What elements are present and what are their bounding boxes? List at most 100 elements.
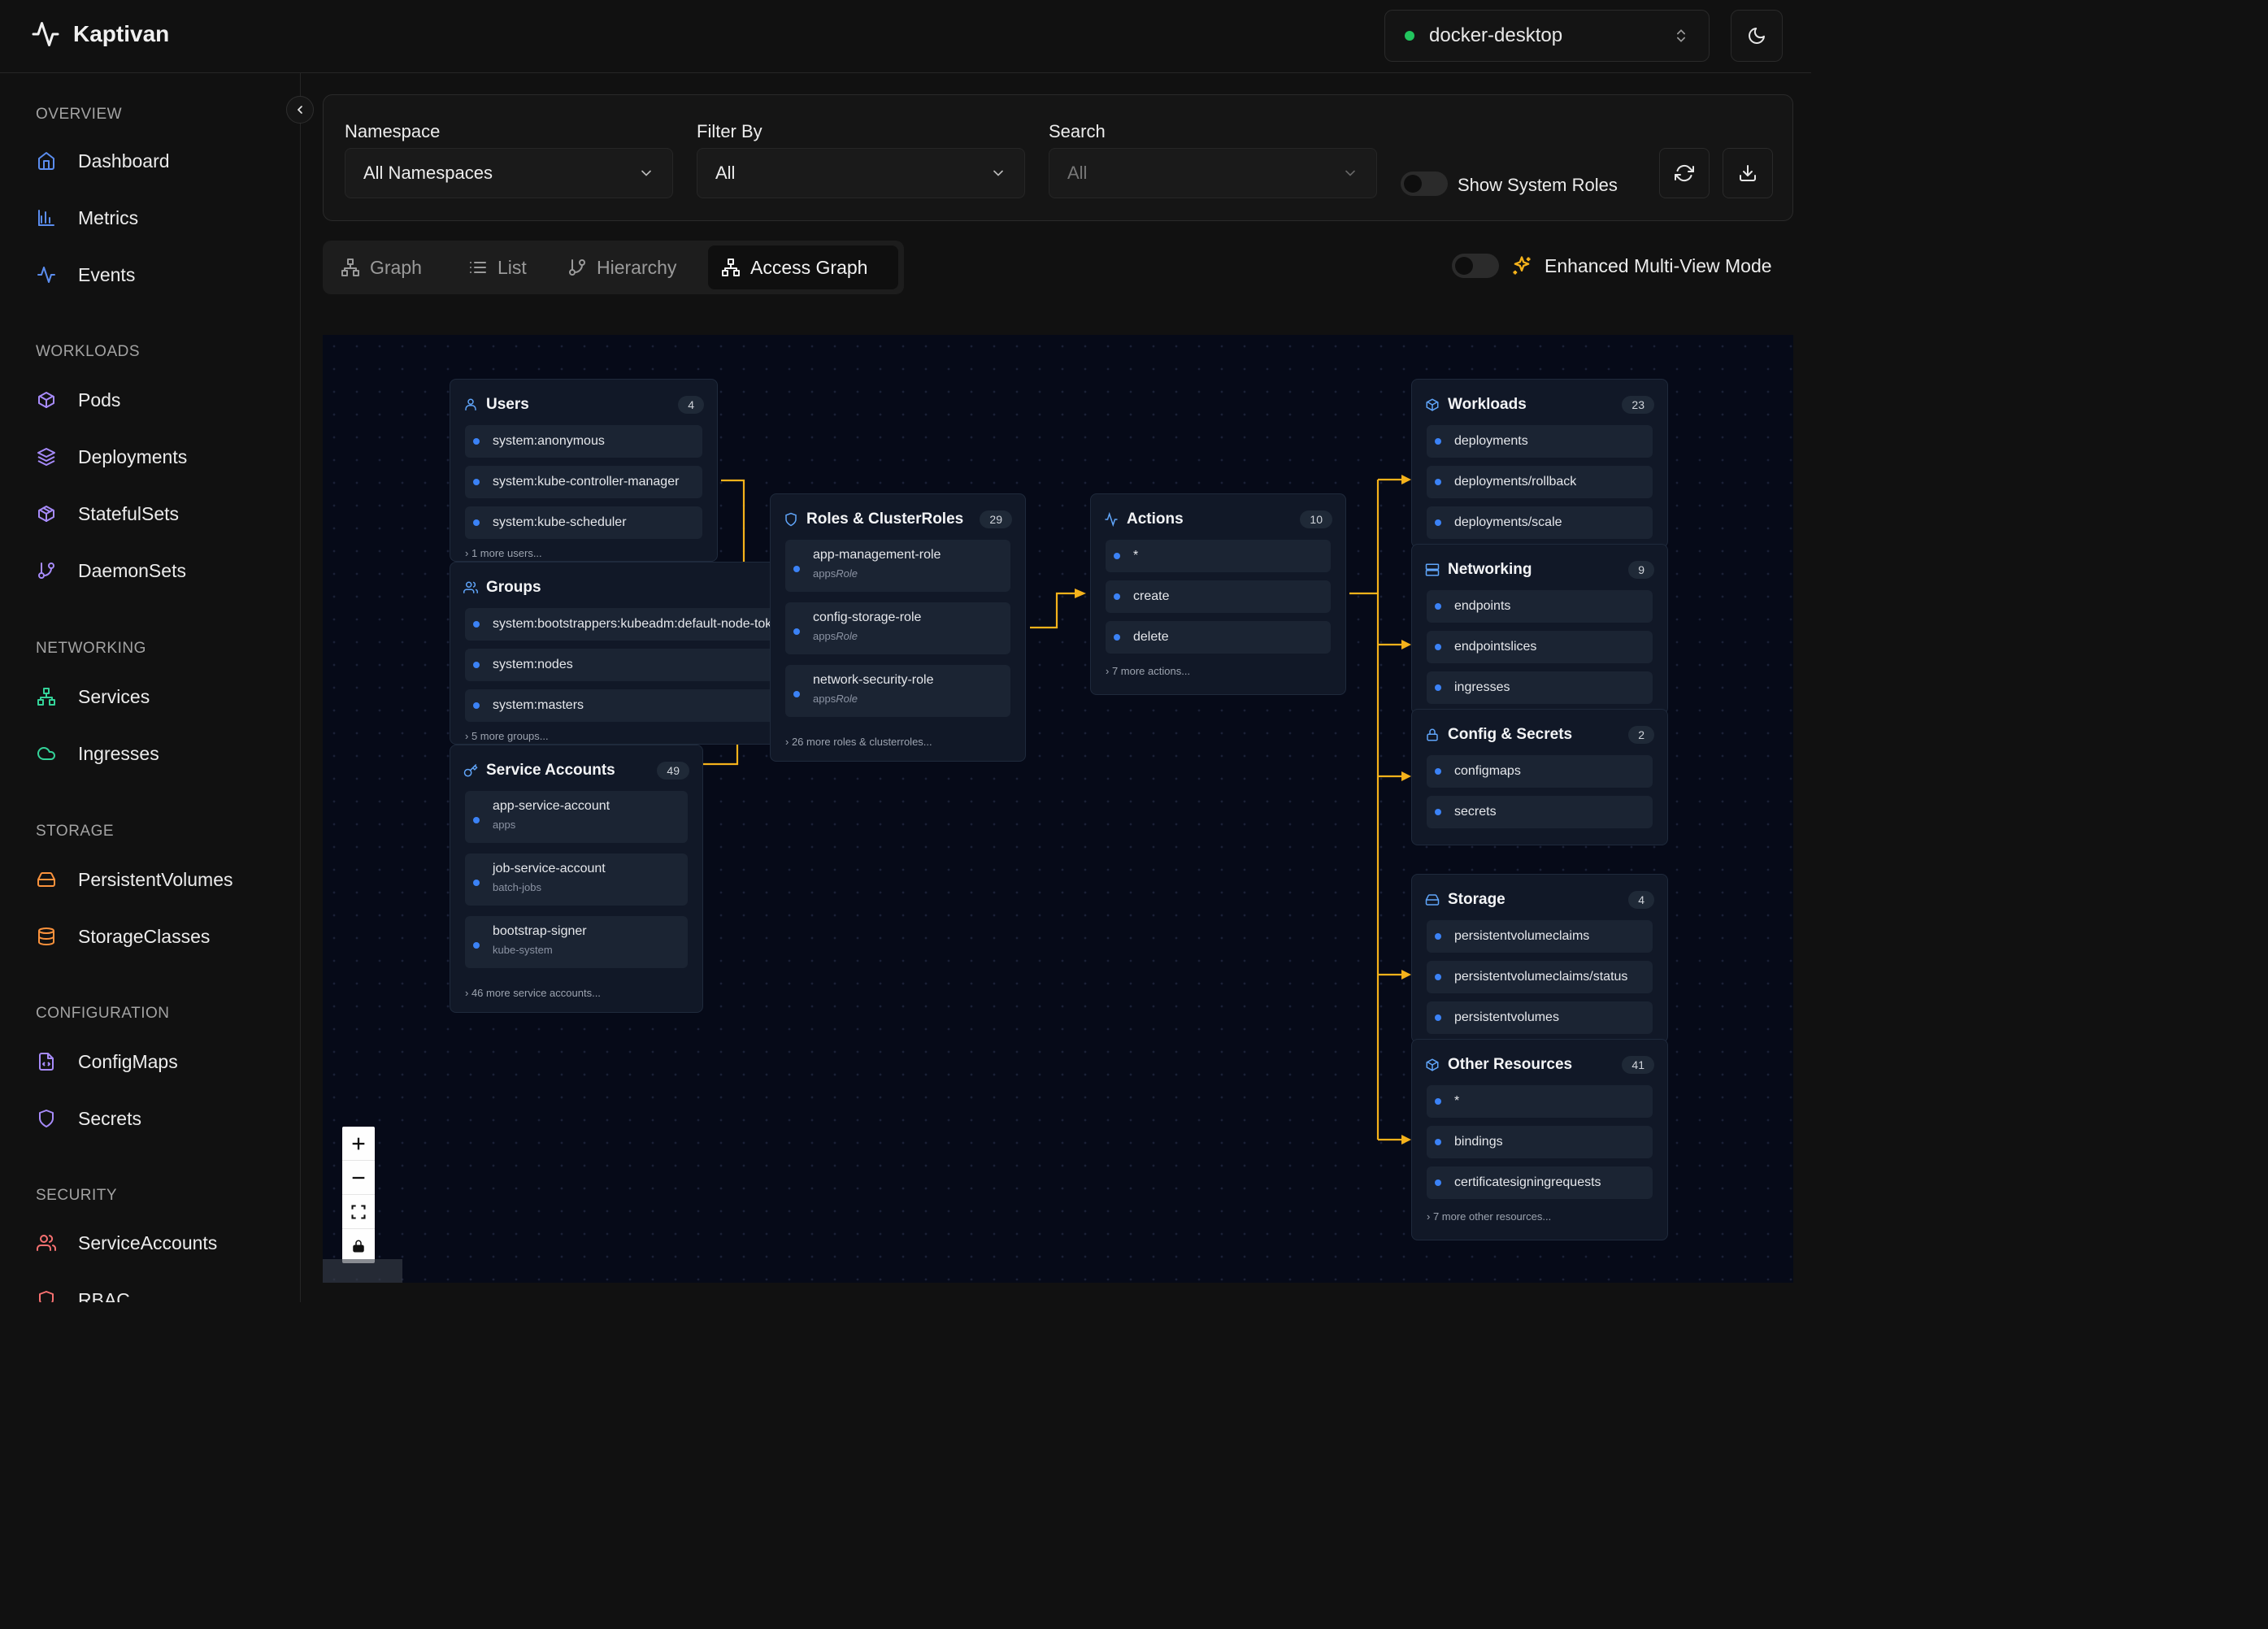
- sparkles-icon: [1513, 256, 1531, 275]
- shield-icon: [785, 512, 797, 527]
- zoom-out-button[interactable]: [342, 1161, 375, 1195]
- chevrons-up-down-icon: [1677, 29, 1685, 42]
- list-item[interactable]: endpoints: [1427, 590, 1653, 623]
- tab-graph[interactable]: Graph: [328, 245, 435, 289]
- sidebar-item-rbac[interactable]: RBAC: [36, 1284, 130, 1302]
- actions-node[interactable]: Actions 10 * create delete › 7 more acti…: [1090, 493, 1346, 695]
- list-item[interactable]: persistentvolumeclaims/status: [1427, 961, 1653, 993]
- tab-list[interactable]: List: [455, 245, 540, 289]
- list-item[interactable]: *: [1106, 540, 1331, 572]
- count-badge: 29: [980, 510, 1012, 528]
- users-icon: [36, 1232, 57, 1253]
- arrowhead: [1075, 589, 1086, 598]
- list-item[interactable]: persistentvolumes: [1427, 1001, 1653, 1034]
- app-logo[interactable]: Kaptivan: [31, 20, 169, 49]
- chevron-down-icon: [1345, 170, 1355, 176]
- chevron-left-icon: [297, 106, 302, 114]
- sidebar-item-daemonsets[interactable]: DaemonSets: [36, 554, 186, 587]
- sidebar-item-label: RBAC: [78, 1288, 130, 1303]
- react-flow-attribution[interactable]: [323, 1259, 402, 1283]
- list-item[interactable]: app-management-role appsRole: [785, 540, 1010, 592]
- section-title-storage: STORAGE: [36, 823, 115, 840]
- sidebar-item-services[interactable]: Services: [36, 680, 150, 713]
- filter-by-label: Filter By: [697, 121, 763, 141]
- tab-access-graph[interactable]: Access Graph: [708, 245, 898, 289]
- section-title-security: SECURITY: [36, 1187, 118, 1204]
- sidebar-item-secrets[interactable]: Secrets: [36, 1102, 141, 1135]
- refresh-button[interactable]: [1659, 148, 1710, 198]
- list-item[interactable]: system:kube-scheduler: [465, 506, 702, 539]
- service-accounts-node[interactable]: Service Accounts 49 app-service-account a…: [450, 745, 703, 1013]
- access-graph-canvas[interactable]: Users 4 system:anonymous system:kube-con…: [323, 335, 1793, 1283]
- sidebar-item-metrics[interactable]: Metrics: [36, 202, 138, 234]
- sidebar-item-dashboard[interactable]: Dashboard: [36, 145, 170, 177]
- workloads-node[interactable]: Workloads 23 deployments deployments/rol…: [1411, 379, 1668, 548]
- sidebar-item-statefulsets[interactable]: StatefulSets: [36, 497, 179, 530]
- tab-label: Graph: [370, 256, 422, 278]
- users-node[interactable]: Users 4 system:anonymous system:kube-con…: [450, 379, 718, 562]
- lock-icon: [353, 1240, 364, 1253]
- namespace-select[interactable]: All Namespaces: [345, 148, 673, 198]
- more-link[interactable]: › 7 more other resources...: [1427, 1210, 1551, 1223]
- tab-hierarchy[interactable]: Hierarchy: [554, 245, 689, 289]
- list-item[interactable]: bootstrap-signer kube-system: [465, 916, 688, 968]
- sidebar-item-persistentvolumes[interactable]: PersistentVolumes: [36, 863, 232, 896]
- list-item[interactable]: app-service-account apps: [465, 791, 688, 843]
- sidebar-item-deployments[interactable]: Deployments: [36, 441, 187, 473]
- network-icon: [341, 258, 359, 276]
- lock-button[interactable]: [342, 1229, 375, 1263]
- list-item[interactable]: deployments/rollback: [1427, 466, 1653, 498]
- theme-toggle-button[interactable]: [1731, 10, 1783, 62]
- sidebar-item-pods[interactable]: Pods: [36, 384, 120, 416]
- list-item[interactable]: create: [1106, 580, 1331, 613]
- sidebar-item-storageclasses[interactable]: StorageClasses: [36, 920, 210, 953]
- plus-icon: [352, 1137, 365, 1149]
- more-link[interactable]: › 1 more users...: [465, 547, 542, 559]
- sidebar-item-serviceaccounts[interactable]: ServiceAccounts: [36, 1227, 217, 1259]
- other-resources-node[interactable]: Other Resources 41 * bindings certificat…: [1411, 1039, 1668, 1240]
- list-item[interactable]: bindings: [1427, 1126, 1653, 1158]
- list-item[interactable]: ingresses: [1427, 671, 1653, 704]
- list-item[interactable]: config-storage-role appsRole: [785, 602, 1010, 654]
- list-item[interactable]: *: [1427, 1085, 1653, 1118]
- enhanced-mode-toggle[interactable]: [1452, 254, 1499, 278]
- zoom-in-button[interactable]: [342, 1127, 375, 1161]
- view-tabs: Graph List Hierarchy Access Graph: [323, 241, 904, 294]
- shield-icon: [36, 1289, 57, 1302]
- list-item[interactable]: secrets: [1427, 796, 1653, 828]
- sidebar-item-events[interactable]: Events: [36, 258, 135, 291]
- networking-node[interactable]: Networking 9 endpoints endpointslices in…: [1411, 544, 1668, 715]
- list-item[interactable]: certificatesigningrequests: [1427, 1166, 1653, 1199]
- list-item[interactable]: system:kube-controller-manager: [465, 466, 702, 498]
- config-secrets-node[interactable]: Config & Secrets 2 configmaps secrets: [1411, 709, 1668, 845]
- download-button[interactable]: [1723, 148, 1773, 198]
- list-item[interactable]: deployments/scale: [1427, 506, 1653, 539]
- more-link[interactable]: › 5 more groups...: [465, 730, 549, 742]
- list-item[interactable]: job-service-account batch-jobs: [465, 854, 688, 906]
- sidebar-item-configmaps[interactable]: ConfigMaps: [36, 1045, 178, 1078]
- tab-label: List: [497, 256, 527, 278]
- storage-node[interactable]: Storage 4 persistentvolumeclaims persist…: [1411, 874, 1668, 1043]
- count-badge: 9: [1628, 561, 1654, 579]
- node-title: Networking: [1448, 561, 1532, 578]
- list-item[interactable]: system:anonymous: [465, 425, 702, 458]
- search-input[interactable]: All: [1049, 148, 1377, 198]
- context-selector[interactable]: docker-desktop: [1384, 10, 1710, 62]
- sidebar-item-ingresses[interactable]: Ingresses: [36, 737, 159, 770]
- list-item[interactable]: persistentvolumeclaims: [1427, 920, 1653, 953]
- more-link[interactable]: › 46 more service accounts...: [465, 987, 601, 999]
- show-system-roles-toggle[interactable]: [1401, 172, 1448, 196]
- list-item[interactable]: endpointslices: [1427, 631, 1653, 663]
- search-placeholder: All: [1067, 163, 1088, 183]
- sidebar-collapse-button[interactable]: [286, 96, 314, 124]
- filter-by-select[interactable]: All: [697, 148, 1025, 198]
- list-item[interactable]: delete: [1106, 621, 1331, 654]
- list-item[interactable]: network-security-role appsRole: [785, 665, 1010, 717]
- fit-view-button[interactable]: [342, 1195, 375, 1229]
- list-item[interactable]: deployments: [1427, 425, 1653, 458]
- roles-node[interactable]: Roles & ClusterRoles 29 app-management-r…: [770, 493, 1026, 762]
- network-icon: [722, 258, 740, 276]
- more-link[interactable]: › 26 more roles & clusterroles...: [785, 736, 932, 748]
- list-item[interactable]: configmaps: [1427, 755, 1653, 788]
- more-link[interactable]: › 7 more actions...: [1106, 665, 1190, 677]
